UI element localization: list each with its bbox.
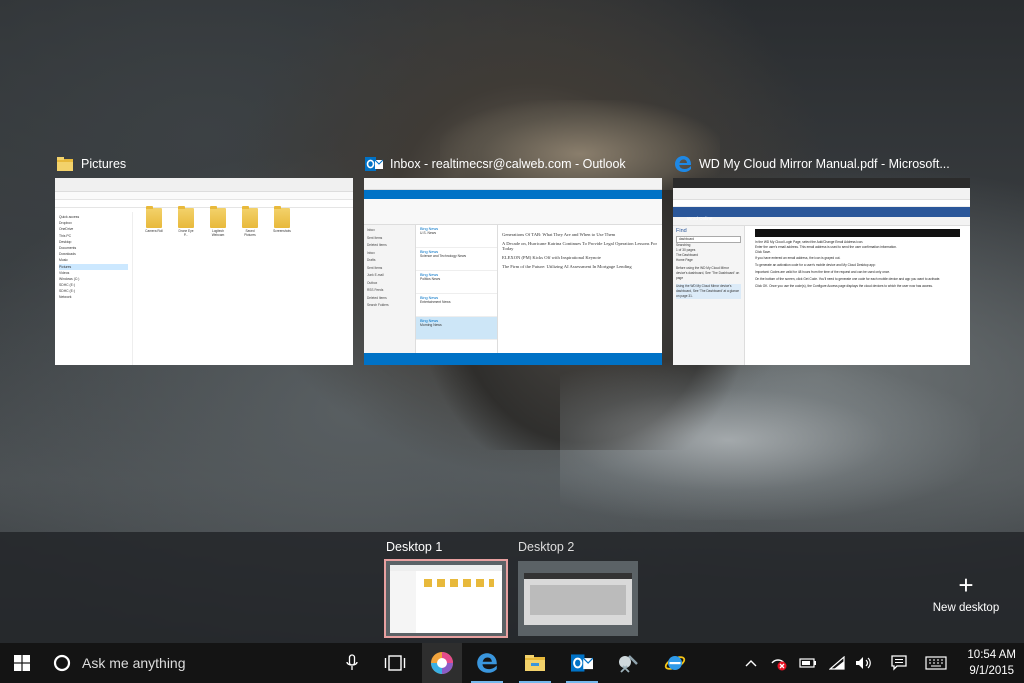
window-thumbnail[interactable]: Inbox Sent Items Deleted Items Inbox Drafts… [364,178,662,365]
desktop-2-label: Desktop 2 [518,540,575,554]
folder-item: Saved Pictures [241,206,259,237]
list-item: Bing News Science and Technology News [416,248,497,271]
window-thumbnail[interactable]: Word Online Find dashboard Searching 1 o… [673,178,970,365]
edge-document: In the WD My Cloud Login Page, select th… [751,226,964,365]
folder-item: Logitech Webcam [209,206,227,237]
new-desktop-button[interactable]: + New desktop [930,572,1002,614]
taskbar-app-ie[interactable] [655,643,695,683]
list-item: Bing News U.S. News [416,225,497,248]
outlook-folder-pane: Inbox Sent Items Deleted Items Inbox Drafts… [364,225,416,353]
folder-item: Screenshots [273,206,291,237]
task-view-button[interactable] [378,643,412,683]
taskbar-clock[interactable]: 10:54 AM 9/1/2015 [967,647,1016,679]
show-hidden-icons-button[interactable] [738,643,764,683]
window-pictures[interactable]: Pictures Quick access Dropbox OneDrive Thi… [55,150,353,365]
keyboard-icon [925,656,947,670]
explorer-files: Camera Roll Drone Eye P... Logitech Webc… [145,206,291,237]
snipping-icon [619,655,638,673]
file-explorer-icon [525,655,545,671]
tray-volume[interactable] [851,643,877,683]
outlook-message-list: Bing News U.S. News Bing News Science and … [416,225,498,353]
outlook-icon [571,654,593,672]
tray-wifi[interactable] [824,643,850,683]
cortana-icon [53,654,71,672]
folder-item: Drone Eye P... [177,206,195,237]
window-title: WD My Cloud Mirror Manual.pdf - Microsof… [699,157,950,171]
explorer-nav-pane: Quick access Dropbox OneDrive This PC Deskt… [55,212,133,365]
chevron-up-icon [745,660,757,667]
window-header: Pictures [55,150,353,178]
word-online-bar: Word Online [673,207,970,221]
battery-icon [799,658,816,668]
plus-icon: + [958,570,974,600]
clock-time: 10:54 AM [967,649,1016,661]
list-item: Bing News Morning News [416,317,497,340]
action-center-icon [891,655,907,671]
tray-network-status[interactable] [766,643,792,683]
cortana-search-box[interactable]: Ask me anything [44,643,374,683]
start-button[interactable] [0,643,44,683]
taskbar-app-edge[interactable] [467,643,507,683]
internet-explorer-icon [664,656,686,670]
task-view-icon [384,655,406,671]
wallpaper-splash [560,360,980,520]
edge-icon [673,154,693,174]
desktop-1-thumbnail[interactable] [384,559,508,638]
volume-icon [856,657,871,669]
taskbar-app-explorer[interactable] [515,643,555,683]
tray-touch-keyboard[interactable] [920,643,952,683]
taskbar-app-snipping[interactable] [608,643,648,683]
window-header: Inbox - realtimecsr@calweb.com - Outlook [364,150,662,178]
tray-battery[interactable] [795,643,821,683]
window-title: Pictures [81,157,127,171]
network-error-icon [771,659,787,671]
file-explorer-icon [55,154,75,174]
media-app-icon [431,652,453,674]
search-placeholder: Ask me anything [82,655,186,671]
tray-action-center[interactable] [886,643,912,683]
edge-icon [477,653,497,673]
window-outlook[interactable]: Inbox - realtimecsr@calweb.com - Outlook… [364,150,662,365]
folder-item: Camera Roll [145,206,163,237]
window-edge[interactable]: WD My Cloud Mirror Manual.pdf - Microsof… [673,150,970,365]
window-header: WD My Cloud Mirror Manual.pdf - Microsof… [673,150,970,178]
virtual-desktop-strip [0,532,1024,643]
microphone-icon [346,654,358,670]
desktop-1-label: Desktop 1 [386,540,443,554]
outlook-reading-pane: Generations Of TAB: What They Are and Wh… [502,232,657,269]
window-thumbnail[interactable]: Quick access Dropbox OneDrive This PC Deskt… [55,178,353,365]
new-desktop-label: New desktop [932,602,1000,614]
list-item: Bing News Entertainment News [416,294,497,317]
windows-logo-icon [14,655,30,671]
edge-find-pane: Find dashboard Searching 1 of 30 pages T… [673,226,745,365]
list-item: Bing News Politics News [416,271,497,294]
window-title: Inbox - realtimecsr@calweb.com - Outlook [390,157,626,171]
taskbar-app-outlook[interactable] [562,643,602,683]
outlook-icon [364,154,384,174]
desktop-2-thumbnail[interactable] [518,561,638,636]
clock-date: 9/1/2015 [969,665,1015,677]
taskbar: Ask me anything 10:54 AM 9/1/2015 [0,643,1024,683]
taskbar-app-media[interactable] [422,643,462,683]
wifi-icon [829,656,845,670]
